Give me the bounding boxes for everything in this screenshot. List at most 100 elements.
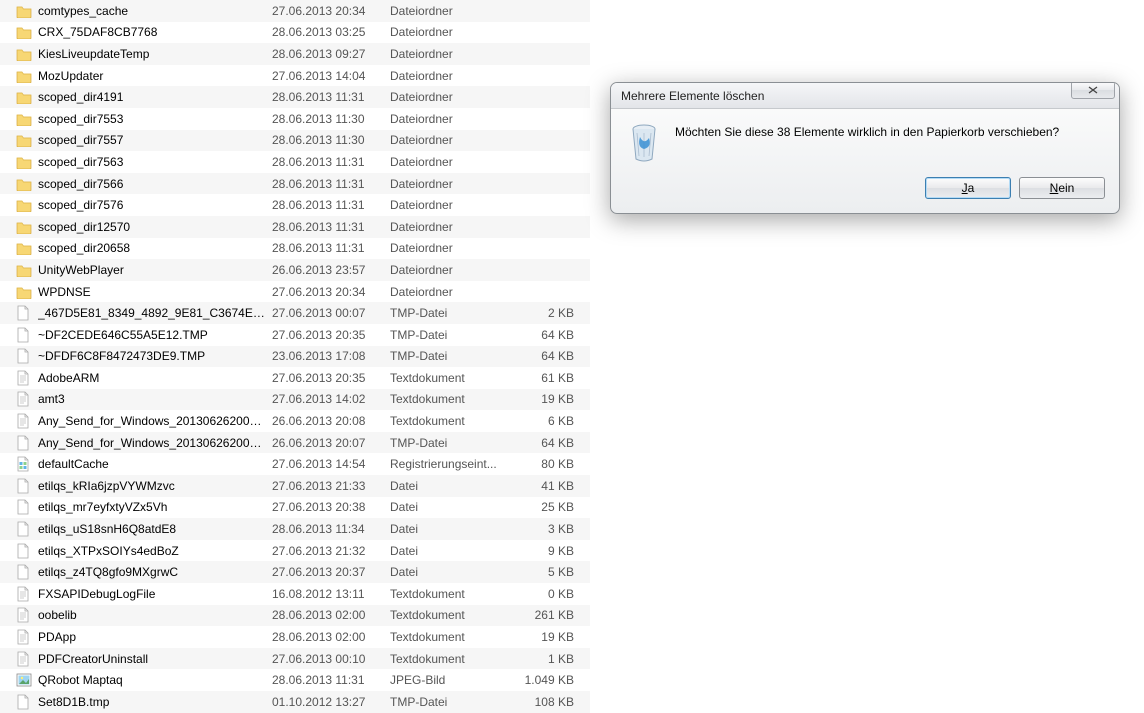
file-name: _467D5E81_8349_4892_9E81_C3674ED8E45... [38, 306, 272, 320]
file-row[interactable]: UnityWebPlayer26.06.2013 23:57Dateiordne… [0, 259, 590, 281]
file-name: scoped_dir7557 [38, 133, 272, 147]
file-name: Any_Send_for_Windows_20130626200738 [38, 414, 272, 428]
file-type: Dateiordner [390, 47, 518, 61]
file-row[interactable]: MozUpdater27.06.2013 14:04Dateiordner [0, 65, 590, 87]
file-row[interactable]: scoped_dir756628.06.2013 11:31Dateiordne… [0, 173, 590, 195]
file-type: Dateiordner [390, 90, 518, 104]
file-icon [16, 521, 38, 537]
file-list[interactable]: comtypes_cache27.06.2013 20:34Dateiordne… [0, 0, 590, 713]
folder-icon [16, 241, 38, 255]
file-row[interactable]: PDFCreatorUninstall27.06.2013 00:10Textd… [0, 648, 590, 670]
file-date: 27.06.2013 14:02 [272, 392, 390, 406]
file-icon [16, 543, 38, 559]
file-row[interactable]: ~DF2CEDE646C55A5E12.TMP27.06.2013 20:35T… [0, 324, 590, 346]
file-type: TMP-Datei [390, 695, 518, 709]
jpeg-icon [16, 673, 38, 687]
file-icon [16, 305, 38, 321]
file-type: TMP-Datei [390, 349, 518, 363]
file-row[interactable]: _467D5E81_8349_4892_9E81_C3674ED8E45...2… [0, 302, 590, 324]
dialog-titlebar[interactable]: Mehrere Elemente löschen [611, 83, 1119, 109]
file-row[interactable]: scoped_dir1257028.06.2013 11:31Dateiordn… [0, 216, 590, 238]
text-icon [16, 370, 38, 386]
file-date: 28.06.2013 02:00 [272, 630, 390, 644]
file-row[interactable]: WPDNSE27.06.2013 20:34Dateiordner [0, 281, 590, 303]
file-type: Datei [390, 544, 518, 558]
file-row[interactable]: oobelib28.06.2013 02:00Textdokument261 K… [0, 605, 590, 627]
file-name: comtypes_cache [38, 4, 272, 18]
file-row[interactable]: etilqs_mr7eyfxtyVZx5Vh27.06.2013 20:38Da… [0, 497, 590, 519]
text-icon [16, 391, 38, 407]
file-name: Set8D1B.tmp [38, 695, 272, 709]
file-row[interactable]: Any_Send_for_Windows_2013062620073826.06… [0, 410, 590, 432]
file-name: scoped_dir7576 [38, 198, 272, 212]
file-size: 25 KB [518, 500, 578, 514]
file-size: 64 KB [518, 349, 578, 363]
file-row[interactable]: comtypes_cache27.06.2013 20:34Dateiordne… [0, 0, 590, 22]
file-icon [16, 499, 38, 515]
file-row[interactable]: QRobot Maptaq28.06.2013 11:31JPEG-Bild1.… [0, 669, 590, 691]
file-name: amt3 [38, 392, 272, 406]
file-date: 28.06.2013 11:34 [272, 522, 390, 536]
file-date: 27.06.2013 00:07 [272, 306, 390, 320]
file-type: TMP-Datei [390, 306, 518, 320]
file-size: 2 KB [518, 306, 578, 320]
file-name: ~DFDF6C8F8472473DE9.TMP [38, 349, 272, 363]
folder-icon [16, 90, 38, 104]
file-name: etilqs_XTPxSOIYs4edBoZ [38, 544, 272, 558]
file-row[interactable]: scoped_dir755728.06.2013 11:30Dateiordne… [0, 130, 590, 152]
close-button[interactable] [1071, 82, 1115, 99]
file-type: Dateiordner [390, 155, 518, 169]
file-row[interactable]: etilqs_XTPxSOIYs4edBoZ27.06.2013 21:32Da… [0, 540, 590, 562]
file-date: 27.06.2013 21:33 [272, 479, 390, 493]
file-size: 0 KB [518, 587, 578, 601]
file-name: Any_Send_for_Windows_20130626200738... [38, 436, 272, 450]
file-row[interactable]: defaultCache27.06.2013 14:54Registrierun… [0, 453, 590, 475]
file-row[interactable]: Any_Send_for_Windows_20130626200738...26… [0, 432, 590, 454]
file-name: AdobeARM [38, 371, 272, 385]
file-row[interactable]: AdobeARM27.06.2013 20:35Textdokument61 K… [0, 367, 590, 389]
file-date: 27.06.2013 20:35 [272, 328, 390, 342]
no-button[interactable]: Nein [1019, 177, 1105, 199]
file-row[interactable]: FXSAPIDebugLogFile16.08.2012 13:11Textdo… [0, 583, 590, 605]
file-type: Datei [390, 522, 518, 536]
close-icon [1085, 85, 1101, 95]
file-type: TMP-Datei [390, 436, 518, 450]
file-name: etilqs_kRIa6jzpVYWMzvc [38, 479, 272, 493]
reg-icon [16, 456, 38, 472]
file-type: TMP-Datei [390, 328, 518, 342]
file-date: 28.06.2013 11:31 [272, 177, 390, 191]
file-date: 27.06.2013 21:32 [272, 544, 390, 558]
folder-icon [16, 198, 38, 212]
file-name: scoped_dir7563 [38, 155, 272, 169]
file-row[interactable]: KiesLiveupdateTemp28.06.2013 09:27Dateio… [0, 43, 590, 65]
file-row[interactable]: scoped_dir419128.06.2013 11:31Dateiordne… [0, 86, 590, 108]
file-name: MozUpdater [38, 69, 272, 83]
file-type: Dateiordner [390, 177, 518, 191]
folder-icon [16, 112, 38, 126]
delete-confirm-dialog: Mehrere Elemente löschen Möchten Sie die… [610, 82, 1120, 214]
file-row[interactable]: amt327.06.2013 14:02Textdokument19 KB [0, 389, 590, 411]
file-type: JPEG-Bild [390, 673, 518, 687]
folder-icon [16, 25, 38, 39]
file-name: WPDNSE [38, 285, 272, 299]
file-row[interactable]: ~DFDF6C8F8472473DE9.TMP23.06.2013 17:08T… [0, 346, 590, 368]
file-row[interactable]: CRX_75DAF8CB776828.06.2013 03:25Dateiord… [0, 22, 590, 44]
file-name: FXSAPIDebugLogFile [38, 587, 272, 601]
file-name: oobelib [38, 608, 272, 622]
file-row[interactable]: Set8D1B.tmp01.10.2012 13:27TMP-Datei108 … [0, 691, 590, 713]
file-row[interactable]: PDApp28.06.2013 02:00Textdokument19 KB [0, 626, 590, 648]
file-row[interactable]: etilqs_uS18snH6Q8atdE828.06.2013 11:34Da… [0, 518, 590, 540]
yes-button[interactable]: Ja [925, 177, 1011, 199]
file-row[interactable]: etilqs_z4TQ8gfo9MXgrwC27.06.2013 20:37Da… [0, 561, 590, 583]
file-row[interactable]: scoped_dir755328.06.2013 11:30Dateiordne… [0, 108, 590, 130]
dialog-title: Mehrere Elemente löschen [621, 89, 1071, 103]
file-size: 61 KB [518, 371, 578, 385]
file-row[interactable]: scoped_dir756328.06.2013 11:31Dateiordne… [0, 151, 590, 173]
file-date: 28.06.2013 11:31 [272, 90, 390, 104]
file-size: 80 KB [518, 457, 578, 471]
file-date: 27.06.2013 14:04 [272, 69, 390, 83]
file-icon [16, 435, 38, 451]
file-row[interactable]: scoped_dir2065828.06.2013 11:31Dateiordn… [0, 238, 590, 260]
file-row[interactable]: etilqs_kRIa6jzpVYWMzvc27.06.2013 21:33Da… [0, 475, 590, 497]
file-row[interactable]: scoped_dir757628.06.2013 11:31Dateiordne… [0, 194, 590, 216]
